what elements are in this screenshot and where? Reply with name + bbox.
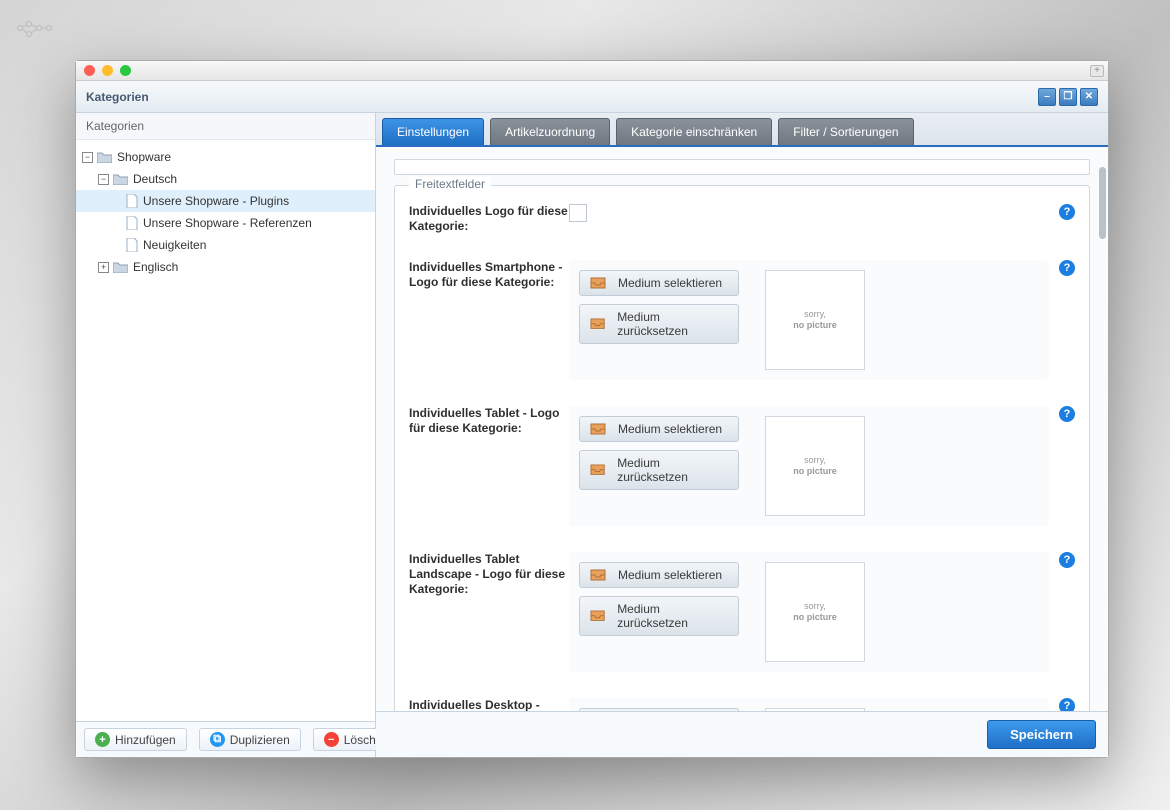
tree-node-referenzen[interactable]: Unsere Shopware - Referenzen — [76, 212, 375, 234]
help-icon[interactable]: ? — [1059, 260, 1075, 276]
media-preview: sorry, no picture — [765, 416, 865, 516]
duplicate-button[interactable]: ⧉ Duplizieren — [199, 728, 301, 751]
button-label: Medium selektieren — [618, 422, 722, 436]
inbox-icon — [590, 464, 605, 476]
desktop-logo-label: Individuelles Desktop - Logo für diese K… — [409, 698, 569, 711]
no-picture-placeholder: sorry, no picture — [789, 309, 841, 331]
tab-artikelzuordnung[interactable]: Artikelzuordnung — [490, 118, 610, 145]
inbox-icon — [590, 423, 606, 435]
button-label: Medium zurücksetzen — [617, 310, 728, 338]
media-preview: sorry, no picture — [765, 270, 865, 370]
collapsed-section[interactable] — [394, 159, 1090, 175]
window-restore-button[interactable]: ❐ — [1059, 88, 1077, 106]
sidebar-title: Kategorien — [76, 113, 375, 140]
tab-einstellungen[interactable]: Einstellungen — [382, 118, 484, 145]
tab-filter-sortierungen[interactable]: Filter / Sortierungen — [778, 118, 913, 145]
window: + Kategorien – ❐ ✕ Kategorien − Shopware — [75, 60, 1109, 758]
no-picture-placeholder: sorry, no picture — [789, 601, 841, 623]
tree-node-deutsch[interactable]: − Deutsch — [76, 168, 375, 190]
folder-icon — [113, 173, 128, 185]
save-button[interactable]: Speichern — [987, 720, 1096, 749]
help-icon[interactable]: ? — [1059, 204, 1075, 220]
help-icon[interactable]: ? — [1059, 406, 1075, 422]
inbox-icon — [590, 318, 605, 330]
media-preview: sorry, no picture — [765, 562, 865, 662]
sidebar-footer: + Hinzufügen ⧉ Duplizieren − Löschen — [76, 721, 375, 757]
help-icon[interactable]: ? — [1059, 552, 1075, 568]
tree-label: Neuigkeiten — [143, 238, 206, 252]
button-label: Medium selektieren — [618, 276, 722, 290]
main-footer: Speichern — [376, 711, 1108, 757]
tab-kategorie-einschranken[interactable]: Kategorie einschränken — [616, 118, 772, 145]
media-reset-button[interactable]: Medium zurücksetzen — [579, 596, 739, 636]
folder-icon — [97, 151, 112, 163]
button-label: Medium zurücksetzen — [617, 456, 728, 484]
media-preview: sorry, no picture — [765, 708, 865, 711]
tree-node-englisch[interactable]: + Englisch — [76, 256, 375, 278]
app-logo-icon — [15, 20, 57, 51]
tablet-landscape-logo-label: Individuelles Tablet Landscape - Logo fü… — [409, 552, 569, 597]
button-label: Duplizieren — [230, 733, 290, 747]
media-select-button[interactable]: Medium selektieren — [579, 562, 739, 588]
button-label: Medium selektieren — [618, 568, 722, 582]
window-header: Kategorien – ❐ ✕ — [76, 81, 1108, 113]
tablet-logo-label: Individuelles Tablet - Logo für diese Ka… — [409, 406, 569, 436]
button-label: Medium zurücksetzen — [617, 602, 728, 630]
button-label: Hinzufügen — [115, 733, 176, 747]
window-minimize-button[interactable]: – — [1038, 88, 1056, 106]
sidebar: Kategorien − Shopware − Deutsch — [76, 113, 376, 757]
media-select-button[interactable]: Medium selektieren — [579, 416, 739, 442]
media-reset-button[interactable]: Medium zurücksetzen — [579, 450, 739, 490]
page-icon — [126, 194, 138, 208]
folder-icon — [113, 261, 128, 273]
content-area: Freitextfelder Individuelles Logo für di… — [376, 147, 1108, 711]
main-panel: Einstellungen Artikelzuordnung Kategorie… — [376, 113, 1108, 757]
collapse-icon[interactable]: − — [98, 174, 109, 185]
window-maximize-dot[interactable] — [120, 65, 131, 76]
plus-icon: + — [95, 732, 110, 747]
media-select-button[interactable]: Medium selektieren — [579, 270, 739, 296]
no-picture-placeholder: sorry, no picture — [789, 455, 841, 477]
inbox-icon — [590, 277, 606, 289]
media-reset-button[interactable]: Medium zurücksetzen — [579, 304, 739, 344]
tree-label: Unsere Shopware - Referenzen — [143, 216, 312, 230]
tab-bar: Einstellungen Artikelzuordnung Kategorie… — [376, 113, 1108, 147]
minus-icon: − — [324, 732, 339, 747]
help-icon[interactable]: ? — [1059, 698, 1075, 711]
tree-node-shopware[interactable]: − Shopware — [76, 146, 375, 168]
smartphone-logo-label: Individuelles Smartphone - Logo für dies… — [409, 260, 569, 290]
expand-icon[interactable]: + — [98, 262, 109, 273]
collapse-icon[interactable]: − — [82, 152, 93, 163]
fieldset-legend: Freitextfelder — [409, 177, 491, 191]
window-titlebar: + — [76, 61, 1108, 81]
window-minimize-dot[interactable] — [102, 65, 113, 76]
inbox-icon — [590, 610, 605, 622]
scrollbar-thumb[interactable] — [1099, 167, 1106, 239]
window-title: Kategorien — [86, 90, 149, 104]
media-select-button[interactable]: Medium selektieren — [579, 708, 739, 711]
add-button[interactable]: + Hinzufügen — [84, 728, 187, 751]
tree-label: Unsere Shopware - Plugins — [143, 194, 289, 208]
page-icon — [126, 238, 138, 252]
freitextfelder-fieldset: Freitextfelder Individuelles Logo für di… — [394, 185, 1090, 711]
inbox-icon — [590, 569, 606, 581]
tree-node-neuigkeiten[interactable]: Neuigkeiten — [76, 234, 375, 256]
copy-icon: ⧉ — [210, 732, 225, 747]
window-body: Kategorien − Shopware − Deutsch — [76, 113, 1108, 757]
page-icon — [126, 216, 138, 230]
category-tree: − Shopware − Deutsch — [76, 140, 375, 721]
tree-label: Englisch — [133, 260, 178, 274]
window-close-button[interactable]: ✕ — [1080, 88, 1098, 106]
logo-checkbox-label: Individuelles Logo für diese Kategorie: — [409, 204, 569, 234]
logo-checkbox[interactable] — [569, 204, 587, 222]
tree-label: Deutsch — [133, 172, 177, 186]
window-newtab-button[interactable]: + — [1090, 65, 1104, 77]
window-close-dot[interactable] — [84, 65, 95, 76]
tree-label: Shopware — [117, 150, 171, 164]
tree-node-plugins[interactable]: Unsere Shopware - Plugins — [76, 190, 375, 212]
